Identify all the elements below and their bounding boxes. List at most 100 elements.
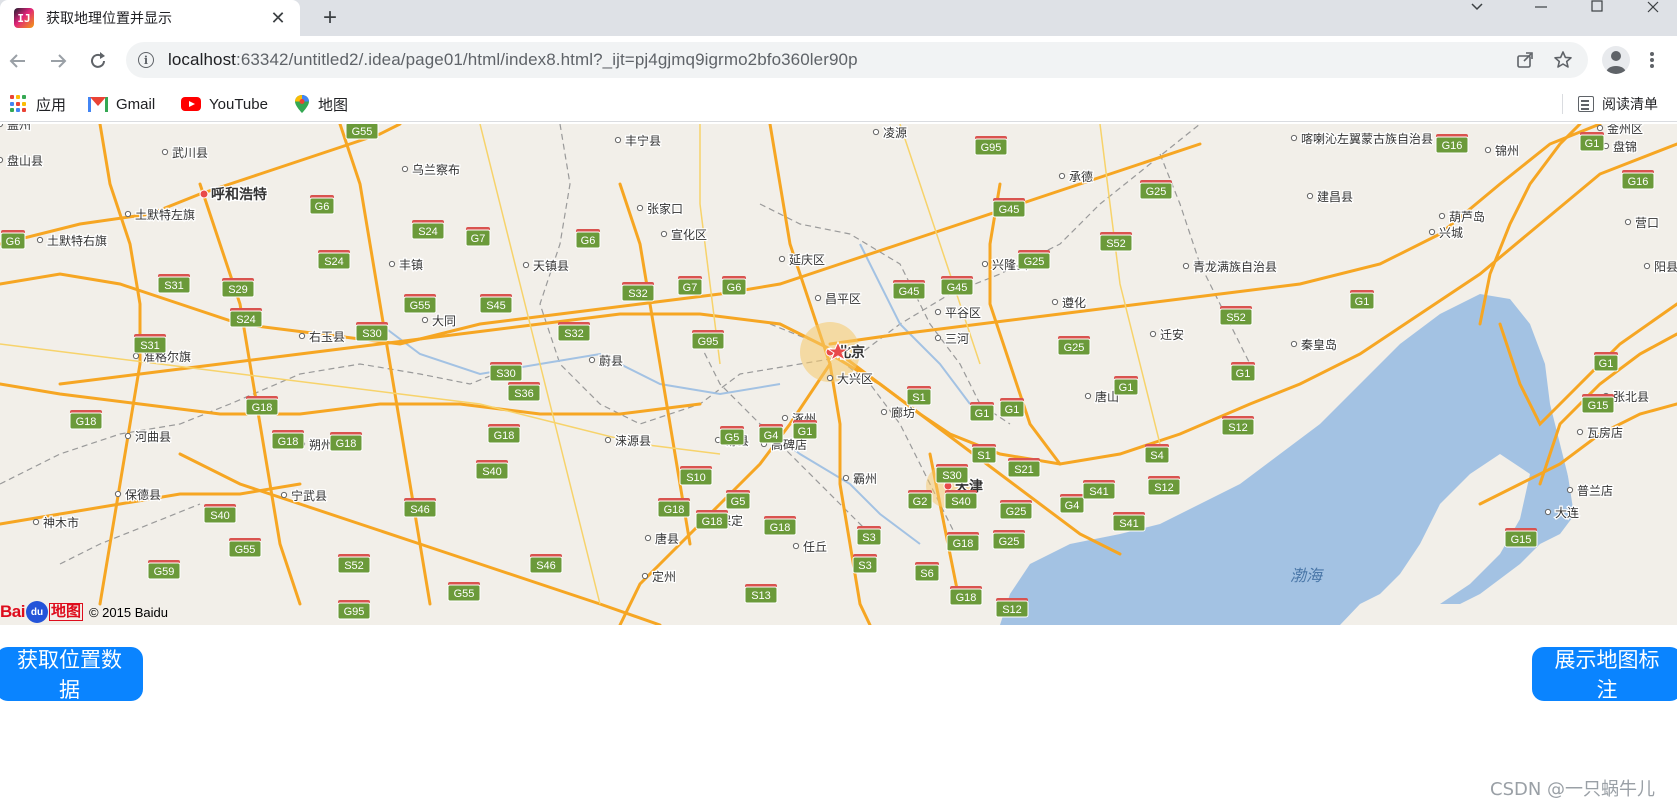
city-marker: [1484, 146, 1492, 154]
road-shield-label: G18: [76, 416, 97, 428]
road-shield-label: G7: [471, 233, 486, 245]
share-icon[interactable]: [1514, 49, 1536, 71]
city-marker: [872, 128, 880, 136]
city-label: 土默特右旗: [47, 233, 107, 248]
baidu-map-logo[interactable]: Bai du 地图 © 2015 Baidu: [0, 601, 168, 623]
back-arrow-icon[interactable]: [4, 47, 32, 75]
city-label: 定州: [652, 569, 676, 584]
city-label: 河曲县: [135, 430, 171, 444]
city-label: 大连: [1555, 505, 1579, 520]
road-shield-label: S3: [862, 532, 875, 544]
city-marker: [1566, 486, 1574, 494]
road-shield-label: S24: [324, 256, 344, 268]
city-marker: [522, 261, 530, 269]
city-label: 霸州: [853, 472, 877, 486]
city-marker: [934, 334, 942, 342]
profile-avatar-icon[interactable]: [1602, 46, 1630, 74]
city-marker: [644, 534, 652, 542]
bookmark-star-icon[interactable]: [1552, 49, 1574, 71]
reload-icon[interactable]: [84, 47, 112, 75]
city-marker: [1624, 218, 1632, 226]
bookmark-gmail[interactable]: Gmail: [88, 94, 155, 114]
city-label: 宁武县: [291, 488, 327, 503]
road-shield-label: S32: [628, 288, 648, 300]
url-path: :63342/untitled2/.idea/page01/html/index…: [236, 50, 858, 69]
url-host: localhost: [168, 50, 236, 69]
secondary-road: [699, 124, 721, 365]
city-marker: [826, 374, 834, 382]
window-close-icon[interactable]: [1630, 0, 1676, 14]
city-marker: [1544, 508, 1552, 516]
site-info-icon[interactable]: i: [138, 52, 154, 68]
road-shield-label: G5: [731, 496, 746, 508]
city-label: 右玉县: [309, 329, 345, 344]
city-label: 朔州: [309, 437, 333, 452]
map-canvas[interactable]: 北京天津呼和浩特张家口承德大同保定唐山秦皇岛廊坊朔州乌兰察布葫芦岛锦州 盘锦营口大…: [0, 124, 1677, 625]
city-label: 青龙满族自治县: [1193, 260, 1277, 274]
forward-arrow-icon[interactable]: [44, 47, 72, 75]
city-marker: [1051, 298, 1059, 306]
reading-list-button[interactable]: 阅读清单: [1578, 94, 1658, 114]
road-shield-label: S52: [344, 560, 364, 572]
city-label: 平谷区: [945, 306, 981, 320]
city-label: 蔚县: [599, 354, 623, 368]
city-marker: [0, 156, 4, 164]
url-text[interactable]: localhost:63342/untitled2/.idea/page01/h…: [168, 50, 858, 70]
road-shield-label: G2: [913, 496, 928, 508]
city-marker: [880, 408, 888, 416]
road-shield-label: G59: [154, 566, 175, 578]
city-label: 大兴区: [837, 372, 873, 386]
maximize-icon[interactable]: [1574, 0, 1620, 14]
address-bar[interactable]: i localhost:63342/untitled2/.idea/page01…: [126, 42, 1588, 78]
city-label: 营口: [1635, 216, 1659, 230]
road-shield-label: G1: [1119, 382, 1134, 394]
city-label: 秦皇岛: [1301, 337, 1337, 352]
more-menu-icon[interactable]: [1642, 46, 1662, 74]
city-marker: [660, 230, 668, 238]
road-shield-label: S46: [536, 560, 556, 572]
road-shield-label: S3: [858, 560, 871, 572]
city-marker: [401, 165, 409, 173]
city-marker: [199, 189, 209, 199]
bookmark-apps[interactable]: 应用: [10, 94, 66, 114]
road-shield-label: G25: [1064, 342, 1085, 354]
road-shield-label: S40: [951, 496, 971, 508]
bookmark-maps[interactable]: 地图: [294, 94, 348, 114]
browser-toolbar: i localhost:63342/untitled2/.idea/page01…: [0, 36, 1677, 86]
city-marker: [36, 236, 44, 244]
minimize-icon[interactable]: [1518, 0, 1564, 14]
road-shield-label: G55: [352, 126, 373, 138]
city-marker: [1596, 124, 1604, 132]
city-label: 张家口: [647, 201, 683, 216]
city-marker: [814, 294, 822, 302]
city-label: 锦州: [1495, 144, 1519, 158]
city-marker: [792, 542, 800, 550]
road-shield-label: S24: [236, 314, 256, 326]
get-location-button[interactable]: 获取位置数据: [0, 647, 143, 702]
road-shield-label: G16: [1628, 176, 1649, 188]
bookmark-youtube[interactable]: YouTube: [181, 94, 268, 114]
city-label: 昌平区: [825, 292, 861, 306]
tab-search-chevron-icon[interactable]: [1454, 0, 1500, 14]
road-shield-label: G6: [6, 236, 21, 248]
baidu-map[interactable]: 北京 天津 呼和浩特 张家口 承德 大同 保定 唐山 秦皇岛 廊坊 朔州 乌兰察布 葫芦岛 锦州 盘锦 营口大…: [0, 124, 1677, 625]
city-label: 涞源县: [615, 434, 651, 448]
road-shield-label: G1: [1236, 368, 1251, 380]
new-tab-button[interactable]: +: [316, 4, 344, 32]
road-shield-label: G1: [1005, 404, 1020, 416]
city-marker: [1084, 392, 1092, 400]
city-marker: [132, 352, 140, 360]
maps-icon: [294, 94, 310, 114]
active-tab[interactable]: IJ 获取地理位置并显示 ✕: [0, 0, 300, 36]
city-marker: [298, 332, 306, 340]
road-shield-label: G18: [953, 538, 974, 550]
road-shield-label: S52: [1226, 312, 1246, 324]
road-shield-label: S21: [1014, 464, 1034, 476]
show-marker-button[interactable]: 展示地图标注: [1532, 647, 1677, 702]
road-shield-label: G55: [410, 300, 431, 312]
tab-title: 获取地理位置并显示: [46, 11, 172, 27]
tab-close-icon[interactable]: ✕: [266, 6, 290, 30]
city-label: 盘锦: [1613, 139, 1637, 154]
city-label: 任丘: [803, 540, 827, 554]
bookmark-label: YouTube: [209, 95, 268, 113]
